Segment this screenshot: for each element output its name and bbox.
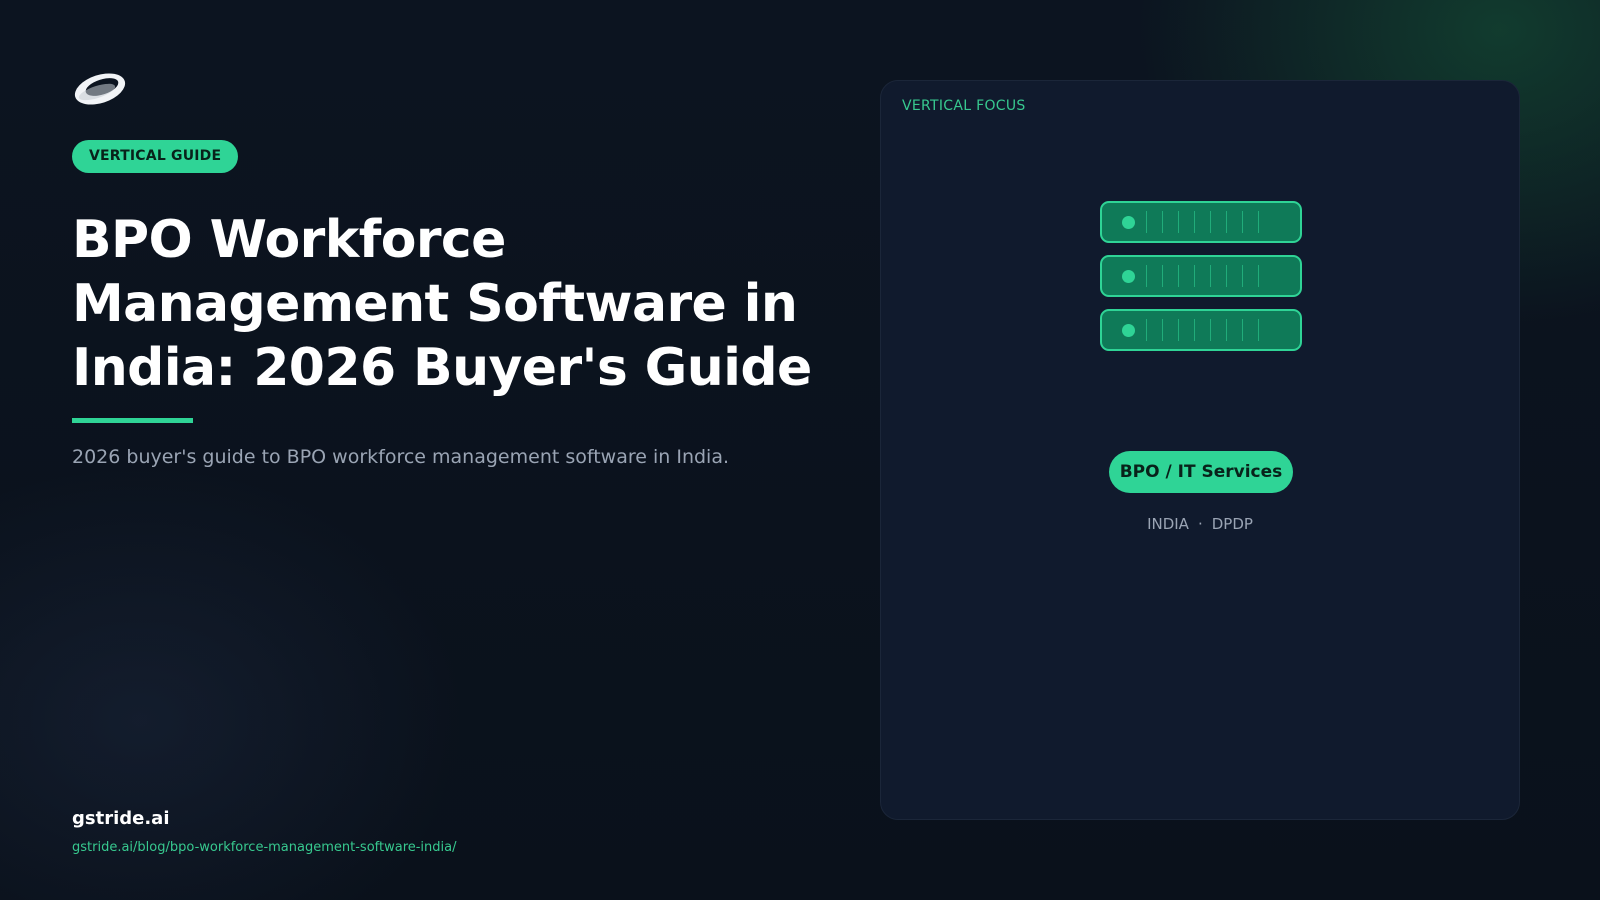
- page-subtitle: 2026 buyer's guide to BPO workforce mana…: [72, 446, 730, 468]
- region-row: INDIA · DPDP: [881, 515, 1519, 533]
- server-unit: [1100, 201, 1302, 243]
- server-slots: [1146, 211, 1266, 233]
- article-url-link[interactable]: gstride.ai/blog/bpo-workforce-management…: [72, 840, 457, 855]
- title-underline: [72, 418, 193, 423]
- server-led-icon: [1122, 216, 1135, 229]
- server-unit: [1100, 309, 1302, 351]
- region-label: INDIA: [1147, 515, 1189, 533]
- vertical-pill: BPO / IT Services: [1109, 451, 1293, 493]
- gstride-logo-icon: [74, 73, 126, 105]
- server-slots: [1146, 319, 1266, 341]
- server-rack-icon: [1100, 201, 1302, 363]
- category-badge: VERTICAL GUIDE: [72, 140, 239, 173]
- panel-label: VERTICAL FOCUS: [902, 98, 1026, 114]
- vertical-focus-panel: VERTICAL FOCUS BPO / IT Services INDIA · D…: [880, 80, 1520, 820]
- server-unit: [1100, 255, 1302, 297]
- server-led-icon: [1122, 324, 1135, 337]
- page-title: BPO Workforce Management Software in Ind…: [72, 210, 812, 398]
- regulation-label: DPDP: [1211, 515, 1253, 533]
- server-led-icon: [1122, 270, 1135, 283]
- site-name: gstride.ai: [72, 808, 170, 829]
- server-slots: [1146, 265, 1266, 287]
- separator-dot: ·: [1197, 515, 1203, 533]
